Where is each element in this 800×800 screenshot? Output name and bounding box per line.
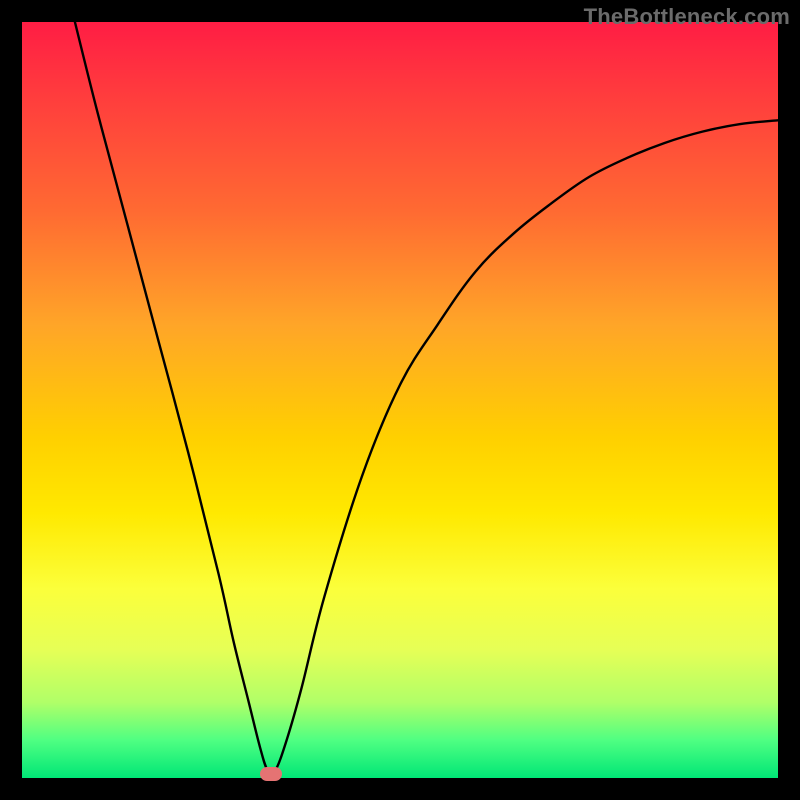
optimum-marker: [260, 767, 282, 781]
bottleneck-curve: [75, 22, 778, 774]
chart-frame: TheBottleneck.com: [0, 0, 800, 800]
plot-area: [22, 22, 778, 778]
watermark-text: TheBottleneck.com: [584, 4, 790, 30]
curve-layer: [22, 22, 778, 778]
